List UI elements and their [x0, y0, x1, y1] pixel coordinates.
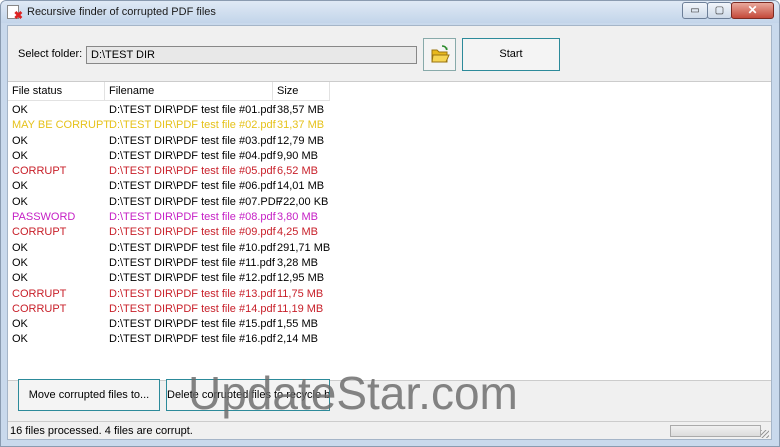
filename-cell: D:\TEST DIR\PDF test file #06.pdf [109, 180, 276, 193]
status-cell: OK [12, 149, 28, 162]
table-row[interactable]: OK D:\TEST DIR\PDF test file #03.pdf 12,79… [8, 134, 771, 149]
filename-cell: D:\TEST DIR\PDF test file #13.pdf [109, 287, 276, 300]
size-cell: 1,55 MB [277, 318, 318, 331]
app-window: ✖ Recursive finder of corrupted PDF file… [0, 0, 780, 447]
browse-folder-button[interactable] [423, 38, 456, 71]
filename-cell: D:\TEST DIR\PDF test file #14.pdf [109, 302, 276, 315]
status-cell: CORRUPT [12, 165, 67, 178]
select-folder-label: Select folder: [18, 48, 83, 60]
filename-cell: D:\TEST DIR\PDF test file #02.pdf [109, 119, 276, 132]
results-list[interactable]: File status Filename Size OK D:\TEST DIR\… [8, 81, 771, 381]
status-cell: OK [12, 134, 28, 147]
folder-path-input[interactable] [86, 46, 417, 64]
size-cell: 3,28 MB [277, 256, 318, 269]
table-row[interactable]: OK D:\TEST DIR\PDF test file #07.PDF 722,0… [8, 195, 771, 210]
status-cell: PASSWORD [12, 211, 76, 224]
size-cell: 12,95 MB [277, 272, 325, 285]
status-bar: 16 files processed. 4 files are corrupt. [8, 421, 771, 440]
status-text: 16 files processed. 4 files are corrupt. [10, 425, 193, 437]
filename-cell: D:\TEST DIR\PDF test file #10.pdf [109, 241, 276, 254]
column-header-size[interactable]: Size [273, 82, 330, 100]
column-header-filename[interactable]: Filename [105, 82, 273, 100]
resize-grip[interactable] [761, 430, 769, 438]
filename-cell: D:\TEST DIR\PDF test file #08.pdf [109, 211, 276, 224]
table-row[interactable]: OK D:\TEST DIR\PDF test file #06.pdf 14,01… [8, 179, 771, 194]
status-cell: OK [12, 272, 28, 285]
list-header: File status Filename Size [8, 82, 330, 101]
start-button[interactable]: Start [462, 38, 560, 71]
delete-corrupted-button[interactable]: Delete corrupted files to recycle bin [166, 379, 330, 411]
size-cell: 12,79 MB [277, 134, 325, 147]
filename-cell: D:\TEST DIR\PDF test file #01.pdf [109, 104, 276, 116]
move-corrupted-button[interactable]: Move corrupted files to... [18, 379, 160, 411]
filename-cell: D:\TEST DIR\PDF test file #04.pdf [109, 149, 276, 162]
progress-bar [670, 425, 761, 437]
maximize-button[interactable]: ▢ [707, 2, 732, 19]
status-cell: OK [12, 256, 28, 269]
table-row[interactable]: OK D:\TEST DIR\PDF test file #10.pdf 291,7… [8, 241, 771, 256]
size-cell: 2,14 MB [277, 333, 318, 346]
size-cell: 31,37 MB [277, 119, 325, 132]
status-cell: CORRUPT [12, 302, 67, 315]
size-cell: 6,52 MB [277, 165, 318, 178]
status-cell: OK [12, 241, 28, 254]
table-row[interactable]: CORRUPT D:\TEST DIR\PDF test file #09.pdf… [8, 225, 771, 240]
status-cell: CORRUPT [12, 226, 67, 239]
table-row[interactable]: OK D:\TEST DIR\PDF test file #01.pdf 38,57… [8, 103, 771, 118]
table-row[interactable]: CORRUPT D:\TEST DIR\PDF test file #13.pdf… [8, 287, 771, 302]
filename-cell: D:\TEST DIR\PDF test file #07.PDF [109, 195, 283, 208]
status-cell: OK [12, 104, 28, 116]
table-row[interactable]: OK D:\TEST DIR\PDF test file #04.pdf 9,90 … [8, 149, 771, 164]
size-cell: 11,75 MB [277, 287, 324, 300]
size-cell: 722,00 KB [277, 195, 329, 208]
status-cell: MAY BE CORRUPT [12, 119, 110, 132]
table-row[interactable]: CORRUPT D:\TEST DIR\PDF test file #05.pdf… [8, 164, 771, 179]
table-row[interactable]: OK D:\TEST DIR\PDF test file #11.pdf 3,28 … [8, 256, 771, 271]
column-header-status[interactable]: File status [8, 82, 105, 100]
filename-cell: D:\TEST DIR\PDF test file #09.pdf [109, 226, 276, 239]
title-bar[interactable]: ✖ Recursive finder of corrupted PDF file… [1, 1, 779, 23]
status-cell: OK [12, 180, 28, 193]
table-row[interactable]: OK D:\TEST DIR\PDF test file #15.pdf 1,55 … [8, 317, 771, 332]
close-button[interactable]: ✕ [731, 2, 774, 19]
size-cell: 9,90 MB [277, 149, 318, 162]
status-cell: OK [12, 195, 28, 208]
size-cell: 4,25 MB [277, 226, 318, 239]
size-cell: 14,01 MB [277, 180, 325, 193]
filename-cell: D:\TEST DIR\PDF test file #16.pdf [109, 333, 276, 346]
maximize-icon: ▢ [714, 5, 725, 16]
table-row[interactable]: CORRUPT D:\TEST DIR\PDF test file #14.pdf… [8, 302, 771, 317]
list-rows: OK D:\TEST DIR\PDF test file #01.pdf 38,57… [8, 103, 771, 348]
filename-cell: D:\TEST DIR\PDF test file #05.pdf [109, 165, 276, 178]
status-cell: CORRUPT [12, 287, 67, 300]
filename-cell: D:\TEST DIR\PDF test file #15.pdf [109, 318, 276, 331]
filename-cell: D:\TEST DIR\PDF test file #03.pdf [109, 134, 276, 147]
filename-cell: D:\TEST DIR\PDF test file #11.pdf [109, 256, 275, 269]
status-cell: OK [12, 318, 28, 331]
table-row[interactable]: PASSWORD D:\TEST DIR\PDF test file #08.pd… [8, 210, 771, 225]
table-row[interactable]: MAY BE CORRUPT D:\TEST DIR\PDF test file … [8, 118, 771, 133]
size-cell: 3,80 MB [277, 211, 318, 224]
pdf-error-icon: ✖ [7, 5, 23, 22]
window-title: Recursive finder of corrupted PDF files [27, 6, 216, 18]
folder-open-icon [431, 45, 450, 63]
minimize-icon: ▭ [690, 5, 700, 16]
status-cell: OK [12, 333, 28, 346]
size-cell: 38,57 MB [277, 104, 325, 116]
table-row[interactable]: OK D:\TEST DIR\PDF test file #16.pdf 2,14 … [8, 332, 771, 347]
filename-cell: D:\TEST DIR\PDF test file #12.pdf [109, 272, 276, 285]
close-icon: ✕ [747, 3, 758, 17]
table-row[interactable]: OK D:\TEST DIR\PDF test file #12.pdf 12,95… [8, 271, 771, 286]
size-cell: 291,71 MB [277, 241, 331, 254]
client-area: Select folder: Start File status Filenam… [7, 25, 772, 440]
minimize-button[interactable]: ▭ [682, 2, 708, 19]
size-cell: 11,19 MB [277, 302, 324, 315]
